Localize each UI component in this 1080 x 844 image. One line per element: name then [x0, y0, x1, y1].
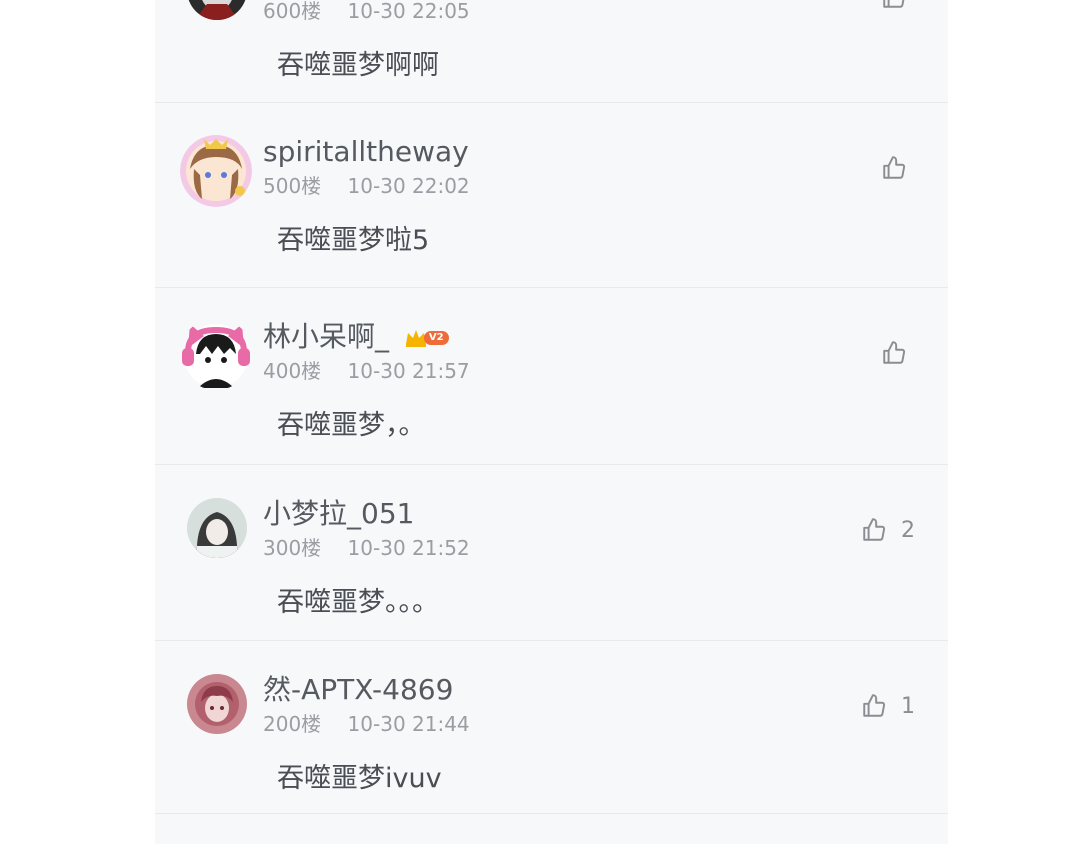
username[interactable]: 小梦拉_051 [263, 497, 414, 531]
avatar[interactable] [180, 318, 252, 390]
comment-item: spiritalltheway 500楼 10-30 22:02 吞噬噩梦啦5 [155, 103, 948, 288]
avatar[interactable] [187, 498, 247, 558]
floor-number: 500楼 [263, 174, 322, 198]
thumbs-up-icon [883, 156, 906, 179]
username[interactable]: spiritalltheway [263, 135, 469, 169]
comment-meta: 600楼 10-30 22:05 [263, 0, 470, 23]
floor-number: 600楼 [263, 0, 322, 23]
comment-list: 600楼 10-30 22:05 吞噬噩梦啊啊 spiritalltheway [155, 0, 948, 844]
thumbs-up-icon [863, 694, 886, 717]
comment-item: 林小呆啊_ V2 400楼 10-30 21:57 吞噬噩梦，。 [155, 288, 948, 465]
floor-number: 200楼 [263, 712, 322, 736]
comment-text: 吞噬噩梦ivuv [277, 763, 442, 794]
comment-item: 600楼 10-30 22:05 吞噬噩梦啊啊 [155, 0, 948, 103]
comment-time: 10-30 22:02 [347, 174, 470, 198]
floor-number: 400楼 [263, 359, 322, 383]
like-button[interactable]: 2 [861, 517, 915, 543]
comment-time: 10-30 21:57 [347, 359, 470, 383]
comment-meta: 500楼 10-30 22:02 [263, 174, 470, 198]
comment-time: 10-30 21:52 [347, 536, 470, 560]
like-button[interactable] [881, 340, 907, 366]
comment-meta: 400楼 10-30 21:57 [263, 359, 470, 383]
comment-item: 小梦拉_051 300楼 10-30 21:52 吞噬噩梦。。。 2 [155, 465, 948, 641]
comment-text: 吞噬噩梦。。。 [277, 587, 439, 618]
like-button[interactable] [881, 0, 907, 10]
comment-time: 10-30 21:44 [347, 712, 470, 736]
comment-item: 然-APTX-4869 200楼 10-30 21:44 吞噬噩梦ivuv 1 [155, 641, 948, 814]
avatar[interactable] [187, 0, 247, 20]
username[interactable]: 林小呆啊_ V2 [263, 320, 449, 354]
comment-text: 吞噬噩梦，。 [277, 410, 426, 441]
vip-level: V2 [423, 331, 449, 345]
like-count: 2 [901, 517, 915, 543]
vip-badge[interactable]: V2 [404, 328, 449, 348]
username-text: 林小呆啊_ [263, 320, 390, 353]
thumbs-up-icon [863, 518, 886, 541]
comment-time: 10-30 22:05 [347, 0, 470, 23]
comment-text: 吞噬噩梦啦5 [277, 225, 430, 256]
floor-number: 300楼 [263, 536, 322, 560]
thumbs-up-icon [883, 341, 906, 364]
username[interactable]: 然-APTX-4869 [263, 673, 453, 707]
like-button[interactable] [881, 155, 907, 181]
avatar[interactable] [180, 135, 252, 207]
like-count: 1 [901, 693, 915, 719]
comment-meta: 200楼 10-30 21:44 [263, 712, 470, 736]
comment-text: 吞噬噩梦啊啊 [277, 50, 439, 81]
comment-meta: 300楼 10-30 21:52 [263, 536, 470, 560]
like-button[interactable]: 1 [861, 693, 915, 719]
thumbs-up-icon [883, 0, 905, 8]
avatar[interactable] [187, 674, 247, 734]
